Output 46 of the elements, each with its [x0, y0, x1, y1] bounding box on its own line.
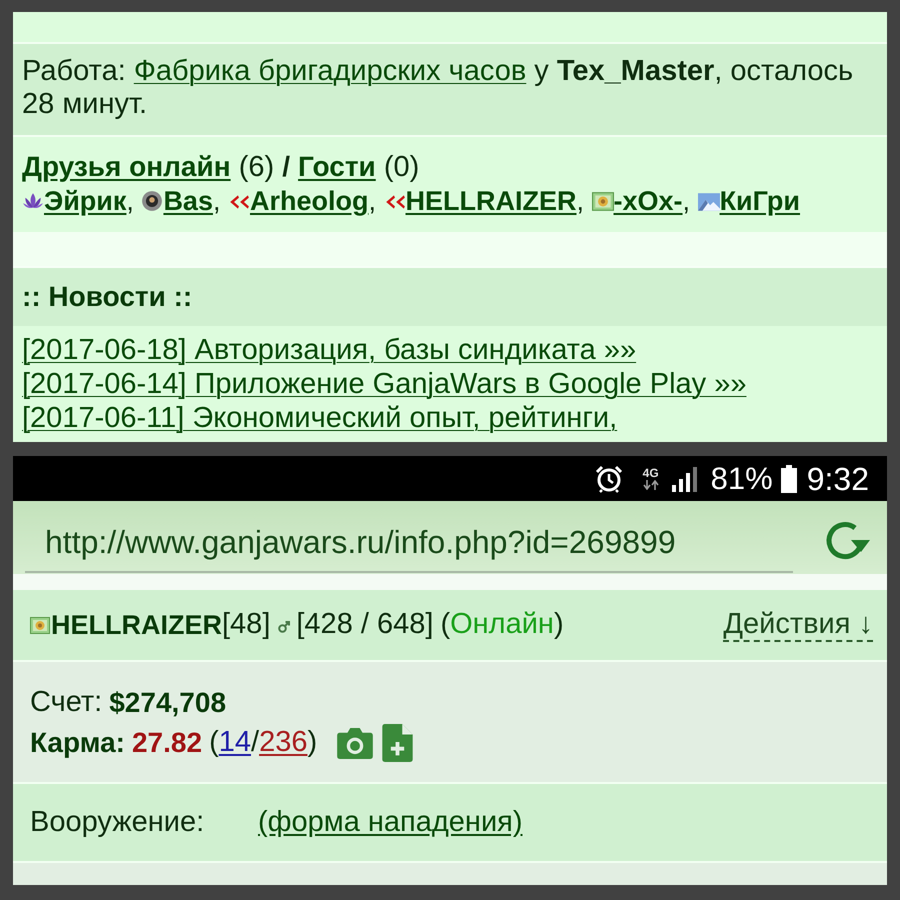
- news-heading: :: Новости ::: [22, 280, 192, 314]
- battery-icon: [780, 464, 797, 492]
- positive-votes-link[interactable]: 14: [218, 726, 251, 758]
- negative-votes-link[interactable]: 236: [259, 726, 308, 758]
- signal-icon: [670, 466, 699, 492]
- factory-link[interactable]: Фабрика бригадирских часов: [134, 55, 526, 87]
- male-symbol-icon: [278, 621, 290, 633]
- balance-label: Счет:: [30, 685, 102, 720]
- news-link[interactable]: [2017-06-18] Авторизация, базы синдиката »»: [22, 333, 636, 367]
- online-status-text: (Онлайн): [440, 607, 564, 642]
- camera-icon[interactable]: [336, 728, 374, 758]
- battery-percent-text: 81%: [710, 463, 773, 494]
- friend-link[interactable]: Bas: [163, 186, 213, 216]
- actions-menu-link[interactable]: Действия ↓: [723, 608, 873, 642]
- file-add-icon[interactable]: [382, 724, 414, 762]
- framed-picture-icon: [30, 616, 50, 634]
- landscape-picture-icon: [698, 193, 720, 211]
- news-link[interactable]: [2017-06-14] Приложение GanjaWars в Google Play »»: [22, 367, 746, 401]
- alarm-icon: [594, 464, 623, 492]
- friends-online-link[interactable]: Друзья онлайн: [22, 151, 231, 182]
- friend-link[interactable]: Эйрик: [44, 186, 126, 216]
- player-name: HELLRAIZER: [51, 608, 222, 642]
- disc-icon: [141, 190, 164, 212]
- health-text: [428 / 648]: [296, 607, 434, 642]
- friends-heading: Друзья онлайн (6) / Гости (0): [22, 150, 420, 184]
- player-rank-text: [48]: [222, 607, 270, 642]
- framed-picture-icon: [592, 192, 614, 211]
- work-text: Работа: Фабрика бригадирских часов у Tex_Master, осталось 28 минут.: [22, 55, 854, 121]
- friend-link[interactable]: Arheolog: [250, 186, 368, 216]
- guests-link[interactable]: Гости: [298, 151, 376, 182]
- friends-list: Эйрик, Bas, Arheolog, HELLRAIZER, -xOx-, КиГри: [22, 184, 879, 218]
- karma-value: 27.82: [132, 726, 202, 760]
- data-arrows-icon: [642, 480, 659, 490]
- balance-value: $274,708: [109, 686, 226, 720]
- friend-link[interactable]: -xOx-: [614, 186, 683, 216]
- network-type-text: 4G: [642, 467, 659, 480]
- news-link[interactable]: [2017-06-11] Экономический опыт, рейтинги,: [22, 401, 618, 435]
- friend-link[interactable]: HELLRAIZER: [406, 186, 576, 216]
- clock-text: 9:32: [806, 462, 869, 494]
- chevrons-icon: [384, 193, 406, 211]
- attack-form-link[interactable]: (форма нападения): [258, 800, 522, 844]
- armament-label: Вооружение:: [30, 804, 206, 840]
- friend-link[interactable]: КиГри: [720, 186, 800, 216]
- karma-votes-text: (14/236): [209, 725, 318, 760]
- chevrons-icon: [228, 193, 250, 211]
- karma-label: Карма:: [30, 726, 125, 760]
